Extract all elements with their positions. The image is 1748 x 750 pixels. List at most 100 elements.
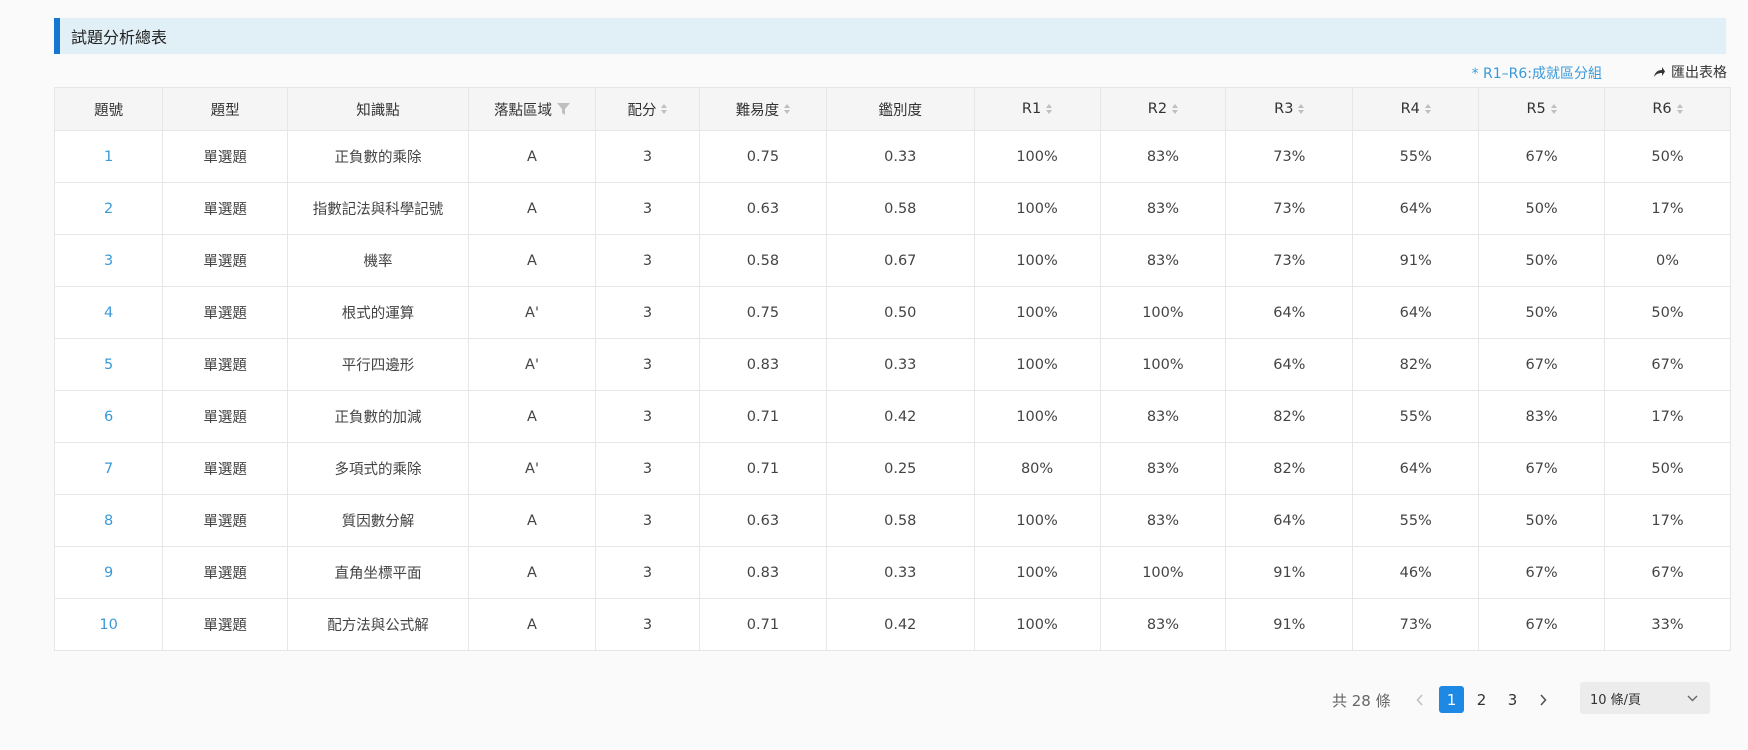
cell-type: 單選題	[162, 234, 289, 287]
cell-discrimination: 0.33	[825, 546, 975, 599]
page: 試題分析總表 * R1–R6:成就區分組 匯出表格 題號 題型 知識點 落點區域…	[0, 0, 1748, 750]
column-header-r1[interactable]: R1	[973, 87, 1101, 131]
sort-icon[interactable]	[1676, 104, 1683, 114]
export-table-label: 匯出表格	[1671, 65, 1727, 81]
table-row: 4 單選題 根式的運算 A' 3 0.75 0.50 100% 100% 64% 64% 50% 50%	[53, 286, 1731, 339]
cell-r5: 50%	[1478, 234, 1606, 287]
cell-zone: A	[468, 546, 596, 599]
cell-r4: 64%	[1352, 442, 1480, 495]
cell-r2: 100%	[1099, 338, 1227, 391]
cell-r1: 100%	[973, 130, 1101, 183]
cell-topic: 指數記法與科學記號	[287, 182, 470, 235]
cell-topic: 機率	[287, 234, 470, 287]
cell-r3: 64%	[1225, 338, 1354, 391]
cell-difficulty: 0.58	[698, 234, 827, 287]
question-number-link[interactable]: 7	[53, 442, 164, 495]
cell-topic: 根式的運算	[287, 286, 470, 339]
sort-icon[interactable]	[661, 104, 668, 114]
cell-score: 3	[594, 338, 700, 391]
question-number-link[interactable]: 5	[53, 338, 164, 391]
cell-r2: 83%	[1099, 494, 1227, 547]
r-group-note: * R1–R6:成就區分組	[1471, 66, 1602, 82]
cell-r3: 73%	[1225, 234, 1354, 287]
question-number-link[interactable]: 1	[53, 130, 164, 183]
question-number-link[interactable]: 4	[53, 286, 164, 339]
column-header-no: 題號	[53, 87, 164, 131]
cell-topic: 質因數分解	[287, 494, 470, 547]
cell-r6: 0%	[1604, 234, 1731, 287]
cell-r2: 83%	[1099, 390, 1227, 443]
cell-type: 單選題	[162, 130, 289, 183]
chevron-right-icon[interactable]	[1533, 686, 1553, 714]
cell-r3: 73%	[1225, 130, 1354, 183]
sort-icon[interactable]	[1424, 104, 1431, 114]
sort-icon[interactable]	[1550, 104, 1557, 114]
column-header-topic: 知識點	[287, 87, 470, 131]
question-number-link[interactable]: 9	[53, 546, 164, 599]
column-header-score[interactable]: 配分	[594, 87, 700, 131]
cell-score: 3	[594, 546, 700, 599]
cell-r2: 83%	[1099, 182, 1227, 235]
question-number-link[interactable]: 3	[53, 234, 164, 287]
cell-topic: 配方法與公式解	[287, 598, 470, 651]
question-number-link[interactable]: 6	[53, 390, 164, 443]
cell-type: 單選題	[162, 598, 289, 651]
cell-r2: 100%	[1099, 286, 1227, 339]
sort-icon[interactable]	[1172, 104, 1179, 114]
page-size-value: 10 條/頁	[1590, 692, 1642, 708]
table-row: 9 單選題 直角坐標平面 A 3 0.83 0.33 100% 100% 91% 46% 67% 67%	[53, 546, 1731, 599]
table-row: 6 單選題 正負數的加減 A 3 0.71 0.42 100% 83% 82% 55% 83% 17%	[53, 390, 1731, 443]
cell-score: 3	[594, 182, 700, 235]
cell-type: 單選題	[162, 338, 289, 391]
sort-icon[interactable]	[784, 104, 791, 114]
cell-r1: 100%	[973, 338, 1101, 391]
column-header-r2[interactable]: R2	[1099, 87, 1227, 131]
cell-r6: 50%	[1604, 286, 1731, 339]
chevron-left-icon[interactable]	[1410, 686, 1430, 714]
question-number-link[interactable]: 2	[53, 182, 164, 235]
page-size-select[interactable]: 10 條/頁	[1580, 682, 1710, 714]
export-table-button[interactable]: 匯出表格	[1652, 62, 1727, 82]
cell-difficulty: 0.75	[698, 286, 827, 339]
cell-zone: A	[468, 494, 596, 547]
question-number-link[interactable]: 10	[53, 598, 164, 651]
cell-r6: 17%	[1604, 182, 1731, 235]
cell-r4: 46%	[1352, 546, 1480, 599]
section-title: 試題分析總表	[71, 28, 168, 47]
cell-r3: 91%	[1225, 598, 1354, 651]
cell-r1: 100%	[973, 390, 1101, 443]
page-button-2[interactable]: 2	[1469, 686, 1494, 713]
cell-r4: 55%	[1352, 494, 1480, 547]
sort-icon[interactable]	[1298, 104, 1305, 114]
cell-r3: 73%	[1225, 182, 1354, 235]
cell-zone: A'	[468, 286, 596, 339]
column-header-r6[interactable]: R6	[1604, 87, 1731, 131]
cell-zone: A'	[468, 442, 596, 495]
cell-score: 3	[594, 286, 700, 339]
analysis-table-container: 題號 題型 知識點 落點區域 配分 難易度 鑑別度 R1 R2 R3 R4 R5…	[53, 87, 1731, 651]
cell-score: 3	[594, 598, 700, 651]
chevron-down-icon	[1687, 691, 1698, 706]
cell-topic: 正負數的乘除	[287, 130, 470, 183]
cell-r1: 100%	[973, 182, 1101, 235]
sort-icon[interactable]	[1046, 104, 1053, 114]
column-header-r4[interactable]: R4	[1352, 87, 1480, 131]
question-number-link[interactable]: 8	[53, 494, 164, 547]
cell-discrimination: 0.67	[825, 234, 975, 287]
column-header-r3[interactable]: R3	[1225, 87, 1354, 131]
cell-r6: 17%	[1604, 494, 1731, 547]
column-header-difficulty[interactable]: 難易度	[698, 87, 827, 131]
cell-r1: 80%	[973, 442, 1101, 495]
page-button-1[interactable]: 1	[1439, 686, 1464, 713]
cell-topic: 正負數的加減	[287, 390, 470, 443]
total-count: 共 28 條	[1332, 692, 1391, 710]
column-header-r5[interactable]: R5	[1478, 87, 1606, 131]
cell-discrimination: 0.33	[825, 130, 975, 183]
table-row: 10 單選題 配方法與公式解 A 3 0.71 0.42 100% 83% 91% 73% 67% 33…	[53, 598, 1731, 651]
filter-icon[interactable]	[556, 103, 570, 115]
page-button-3[interactable]: 3	[1500, 686, 1525, 713]
cell-r5: 67%	[1478, 442, 1606, 495]
cell-discrimination: 0.50	[825, 286, 975, 339]
column-header-discrimination: 鑑別度	[825, 87, 975, 131]
cell-r2: 100%	[1099, 546, 1227, 599]
